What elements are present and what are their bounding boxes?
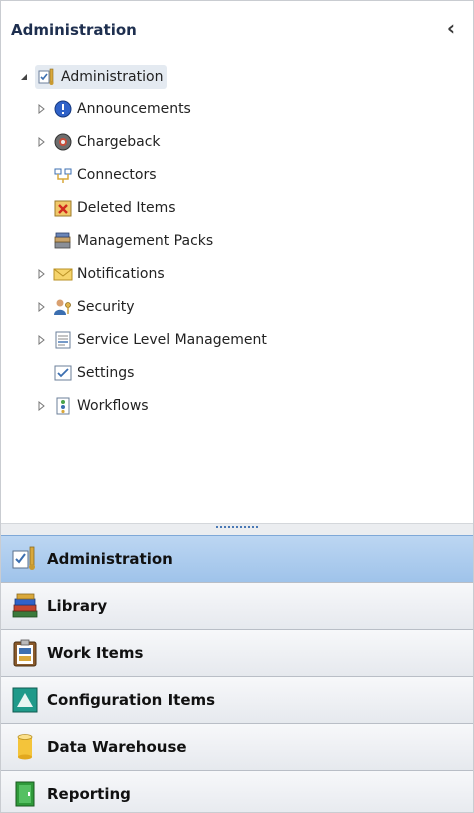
collapsed-triangle-icon[interactable]	[37, 269, 47, 279]
chargeback-icon	[53, 132, 73, 152]
nav-button-data-warehouse[interactable]: Data Warehouse	[1, 723, 473, 770]
collapsed-triangle-icon[interactable]	[37, 401, 47, 411]
security-users-icon	[53, 297, 73, 317]
tree-item-security[interactable]: Security	[37, 293, 135, 321]
administration-icon	[37, 67, 57, 87]
admin-tree: Administration Announcements Chargeback …	[1, 63, 473, 523]
nav-label: Data Warehouse	[47, 738, 187, 756]
tree-item-label: Chargeback	[77, 134, 161, 150]
tree-item-label: Connectors	[77, 167, 157, 183]
navigation-pane: Administration ‹ Administration Announce…	[0, 0, 474, 813]
splitter-grip-icon[interactable]	[215, 526, 259, 528]
info-icon	[53, 99, 73, 119]
management-packs-icon	[53, 231, 73, 251]
envelope-icon	[53, 264, 73, 284]
tree-item-announcements[interactable]: Announcements	[37, 95, 191, 123]
tree-item-label: Notifications	[77, 266, 165, 282]
nav-label: Administration	[47, 550, 173, 568]
chevron-left-icon[interactable]: ‹	[443, 18, 459, 39]
tree-item-label: Settings	[77, 365, 135, 381]
nav-label: Reporting	[47, 785, 131, 803]
tree-item-management-packs[interactable]: Management Packs	[53, 227, 213, 255]
collapsed-triangle-icon[interactable]	[37, 137, 47, 147]
administration-icon	[11, 545, 39, 573]
tree-item-label: Management Packs	[77, 233, 214, 249]
workflows-icon	[53, 396, 73, 416]
tree-item-label: Service Level Management	[77, 332, 267, 348]
nav-label: Library	[47, 597, 108, 615]
tree-item-chargeback[interactable]: Chargeback	[37, 128, 161, 156]
books-icon	[11, 592, 39, 620]
clipboard-icon	[11, 639, 39, 667]
tree-item-notifications[interactable]: Notifications	[37, 260, 165, 288]
triangle-icon	[11, 686, 39, 714]
tree-item-label: Announcements	[77, 101, 191, 117]
nav-button-configuration-items[interactable]: Configuration Items	[1, 676, 473, 723]
pane-title: Administration	[11, 21, 137, 39]
book-icon	[11, 780, 39, 808]
collapsed-triangle-icon[interactable]	[37, 104, 47, 114]
settings-checkbox-icon	[53, 363, 73, 383]
nav-label: Configuration Items	[47, 691, 216, 709]
nav-button-administration[interactable]: Administration	[1, 535, 473, 582]
connectors-icon	[53, 165, 73, 185]
collapsed-triangle-icon[interactable]	[37, 302, 47, 312]
nav-button-reporting[interactable]: Reporting	[1, 770, 473, 812]
tree-item-deleted-items[interactable]: Deleted Items	[53, 194, 176, 222]
tree-root-administration[interactable]: Administration	[15, 63, 168, 91]
deleted-items-icon	[53, 198, 73, 218]
tree-item-label: Workflows	[77, 398, 149, 414]
nav-button-library[interactable]: Library	[1, 582, 473, 629]
document-icon	[53, 330, 73, 350]
tree-item-workflows[interactable]: Workflows	[37, 392, 149, 420]
database-icon	[11, 733, 39, 761]
expanded-triangle-icon[interactable]	[19, 72, 29, 82]
tree-item-service-level-management[interactable]: Service Level Management	[37, 326, 267, 354]
collapsed-triangle-icon[interactable]	[37, 335, 47, 345]
pane-header: Administration ‹	[1, 1, 473, 63]
tree-item-label: Security	[77, 299, 135, 315]
tree-item-label: Deleted Items	[77, 200, 176, 216]
tree-item-settings[interactable]: Settings	[53, 359, 134, 387]
nav-button-work-items[interactable]: Work Items	[1, 629, 473, 676]
nav-label: Work Items	[47, 644, 144, 662]
tree-item-connectors[interactable]: Connectors	[53, 161, 157, 189]
tree-root-label: Administration	[61, 69, 164, 85]
